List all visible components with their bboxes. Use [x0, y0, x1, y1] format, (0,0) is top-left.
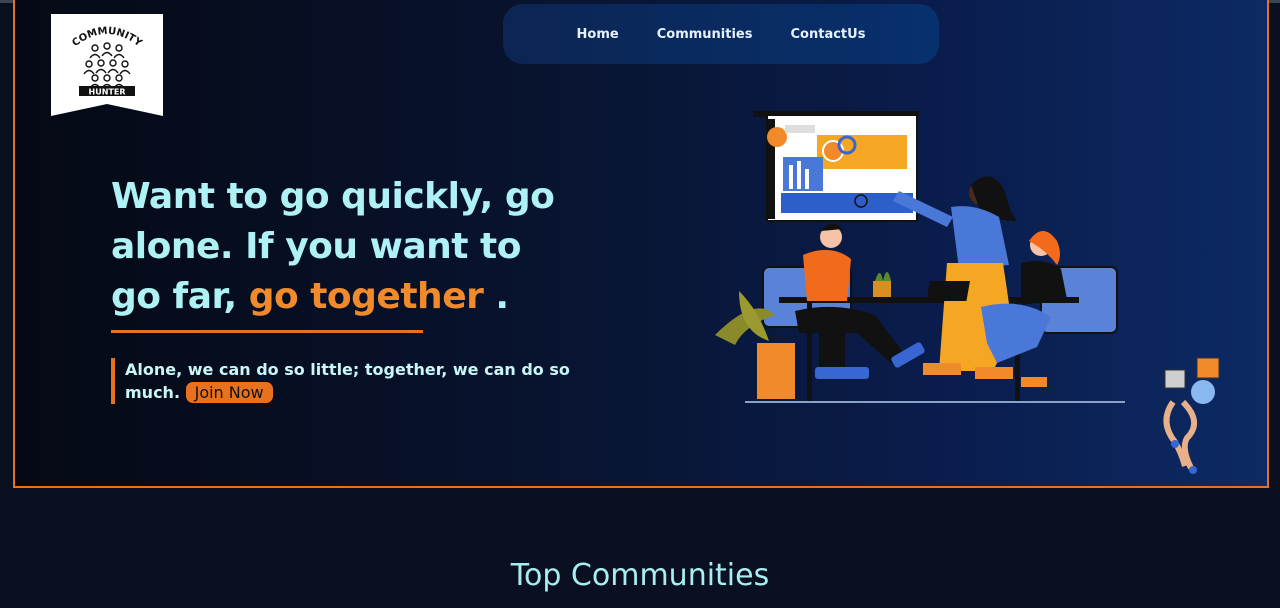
nav-communities[interactable]: Communities — [657, 27, 753, 42]
headline-accent: go together — [248, 276, 484, 317]
main-nav: Home Communities ContactUs — [503, 4, 939, 64]
headline-underline — [111, 330, 423, 333]
hero-headline: Want to go quickly, go alone. If you wan… — [111, 172, 581, 322]
nav-home[interactable]: Home — [577, 27, 619, 42]
nav-contactus[interactable]: ContactUs — [791, 27, 866, 42]
team-meeting-illustration — [715, 111, 1125, 403]
hero-quote: Alone, we can do so little; together, we… — [111, 358, 575, 404]
svg-text:HUNTER: HUNTER — [89, 88, 126, 97]
top-communities-heading: Top Communities — [510, 558, 770, 593]
community-hunter-logo[interactable]: COMMUNITY HUNTER — [51, 14, 163, 116]
headline-period: . — [495, 276, 509, 317]
astronaut-figure-illustration — [1163, 357, 1220, 474]
hero-section: COMMUNITY HUNTER Home Communities Contac… — [13, 0, 1269, 488]
join-now-button[interactable]: Join Now — [185, 382, 273, 403]
